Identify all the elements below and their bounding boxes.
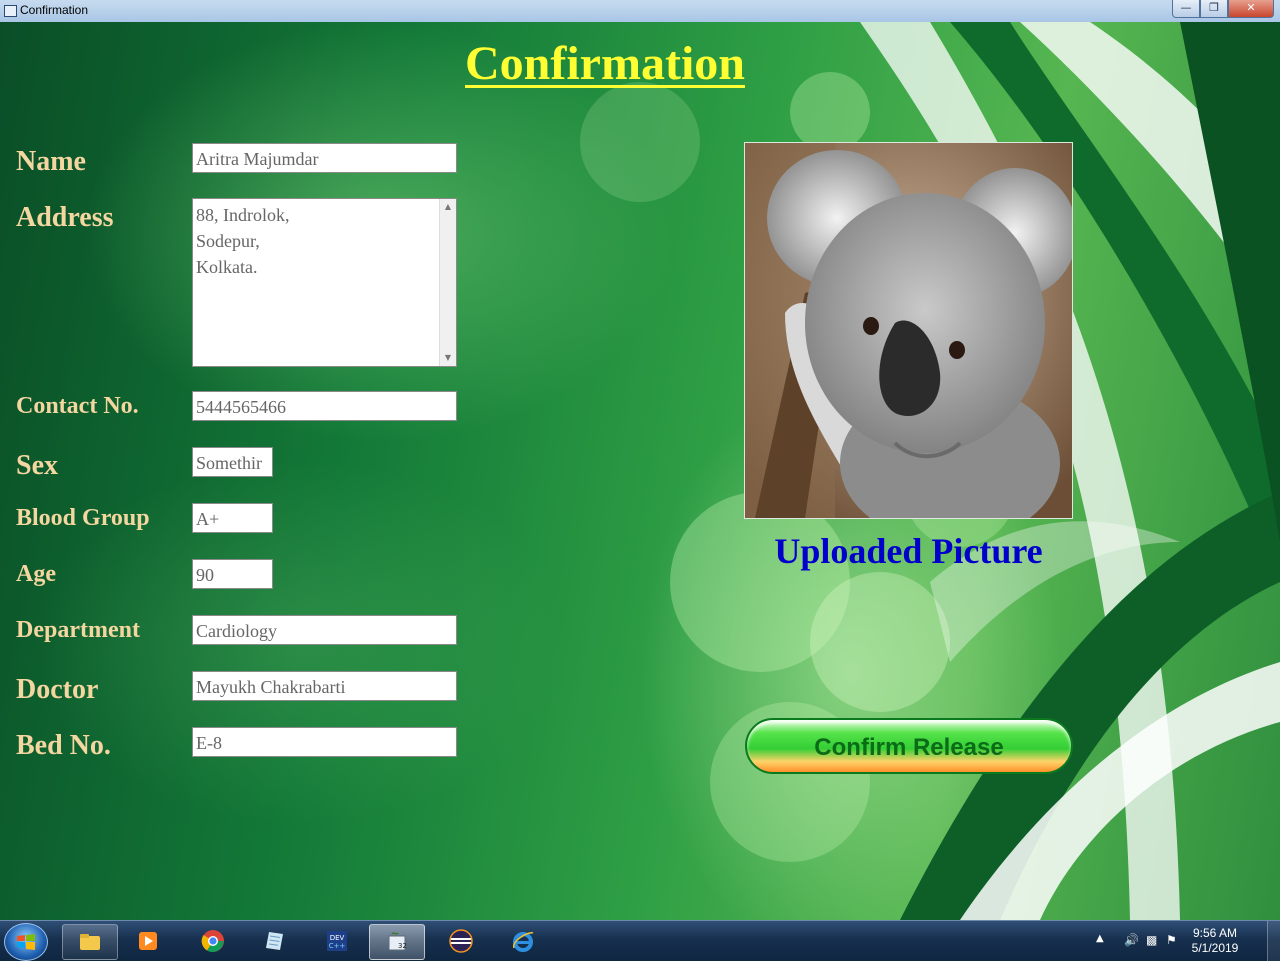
taskbar-clock[interactable]: 9:56 AM 5/1/2019 bbox=[1180, 926, 1250, 956]
uploaded-picture bbox=[744, 142, 1073, 519]
taskbar-java-app[interactable]: 32 bbox=[369, 924, 425, 960]
java-app-icon: 32 bbox=[388, 932, 407, 951]
file-explorer-icon bbox=[80, 934, 100, 950]
windows-logo-icon bbox=[17, 934, 35, 950]
contact-label: Contact No. bbox=[16, 393, 139, 419]
koala-image bbox=[745, 143, 1072, 518]
address-line: 88, Indrolok, bbox=[196, 205, 290, 225]
clock-date: 5/1/2019 bbox=[1191, 941, 1239, 955]
chrome-icon bbox=[201, 930, 224, 952]
window-titlebar[interactable]: Confirmation — ❐ ✕ bbox=[0, 0, 1280, 23]
taskbar-devcpp[interactable]: DEV C++ bbox=[310, 924, 364, 958]
confirm-release-button[interactable]: Confirm Release bbox=[745, 718, 1073, 774]
name-field[interactable]: Aritra Majumdar bbox=[192, 143, 457, 173]
close-button[interactable]: ✕ bbox=[1228, 0, 1274, 18]
svg-text:DEV: DEV bbox=[330, 934, 345, 942]
show-desktop-button[interactable] bbox=[1267, 921, 1280, 961]
taskbar-notepad[interactable] bbox=[248, 924, 302, 958]
action-center-flag-icon[interactable]: ⚑ bbox=[1166, 933, 1180, 947]
contact-field[interactable]: 5444565466 bbox=[192, 391, 457, 421]
notepad-icon bbox=[266, 932, 283, 950]
svg-text:C++: C++ bbox=[329, 942, 346, 950]
minimize-button[interactable]: — bbox=[1172, 0, 1200, 18]
age-label: Age bbox=[16, 561, 56, 587]
clock-time: 9:56 AM bbox=[1192, 926, 1238, 940]
name-label: Name bbox=[16, 146, 86, 177]
taskbar-file-explorer[interactable] bbox=[62, 924, 118, 960]
address-line: Kolkata. bbox=[196, 257, 258, 277]
address-field[interactable]: 88, Indrolok, Sodepur, Kolkata. ▲ ▼ bbox=[192, 198, 457, 367]
picture-caption: Uploaded Picture bbox=[774, 531, 1043, 571]
department-label: Department bbox=[16, 617, 140, 643]
doctor-label: Doctor bbox=[16, 674, 99, 705]
doctor-field[interactable]: Mayukh Chakrabarti bbox=[192, 671, 457, 701]
address-label: Address bbox=[16, 202, 114, 233]
sex-field[interactable]: Somethir bbox=[192, 447, 273, 477]
bed-no-label: Bed No. bbox=[16, 730, 111, 761]
system-tray: ▲ 🔊 ▩ ⚑ 9:56 AM 5/1/2019 bbox=[1090, 921, 1280, 961]
page-heading: Confirmation bbox=[465, 37, 745, 90]
taskbar-internet-explorer[interactable] bbox=[496, 924, 550, 958]
bed-no-field[interactable]: E-8 bbox=[192, 727, 457, 757]
taskbar-media-player[interactable] bbox=[121, 924, 175, 958]
age-field[interactable]: 90 bbox=[192, 559, 273, 589]
volume-icon[interactable]: 🔊 bbox=[1124, 933, 1139, 947]
internet-explorer-icon bbox=[513, 932, 534, 952]
eclipse-icon bbox=[449, 929, 473, 953]
window-title: Confirmation bbox=[20, 3, 89, 17]
windows-taskbar: DEV C++ 32 ▲ 🔊 ▩ ⚑ 9:56 AM 5/1/2019 bbox=[0, 920, 1280, 961]
scroll-down-icon[interactable]: ▼ bbox=[440, 350, 456, 366]
show-hidden-icons-icon[interactable]: ▲ bbox=[1096, 933, 1104, 944]
department-field[interactable]: Cardiology bbox=[192, 615, 457, 645]
sex-label: Sex bbox=[16, 450, 58, 481]
start-button[interactable] bbox=[4, 923, 48, 961]
app-window-icon bbox=[4, 5, 17, 17]
media-player-icon bbox=[139, 932, 157, 950]
taskbar-eclipse[interactable] bbox=[434, 924, 488, 958]
form-background: Confirmation Name Address Contact No. Se… bbox=[0, 22, 1280, 920]
address-scrollbar[interactable]: ▲ ▼ bbox=[439, 199, 456, 366]
devcpp-icon: DEVC++ bbox=[327, 931, 347, 951]
network-icon[interactable]: ▩ bbox=[1146, 933, 1160, 947]
svg-text:32: 32 bbox=[398, 942, 407, 950]
address-line: Sodepur, bbox=[196, 231, 260, 251]
blood-group-label: Blood Group bbox=[16, 505, 150, 531]
taskbar-chrome[interactable] bbox=[186, 924, 240, 958]
blood-group-field[interactable]: A+ bbox=[192, 503, 273, 533]
maximize-button[interactable]: ❐ bbox=[1200, 0, 1228, 18]
scroll-up-icon[interactable]: ▲ bbox=[440, 199, 456, 215]
